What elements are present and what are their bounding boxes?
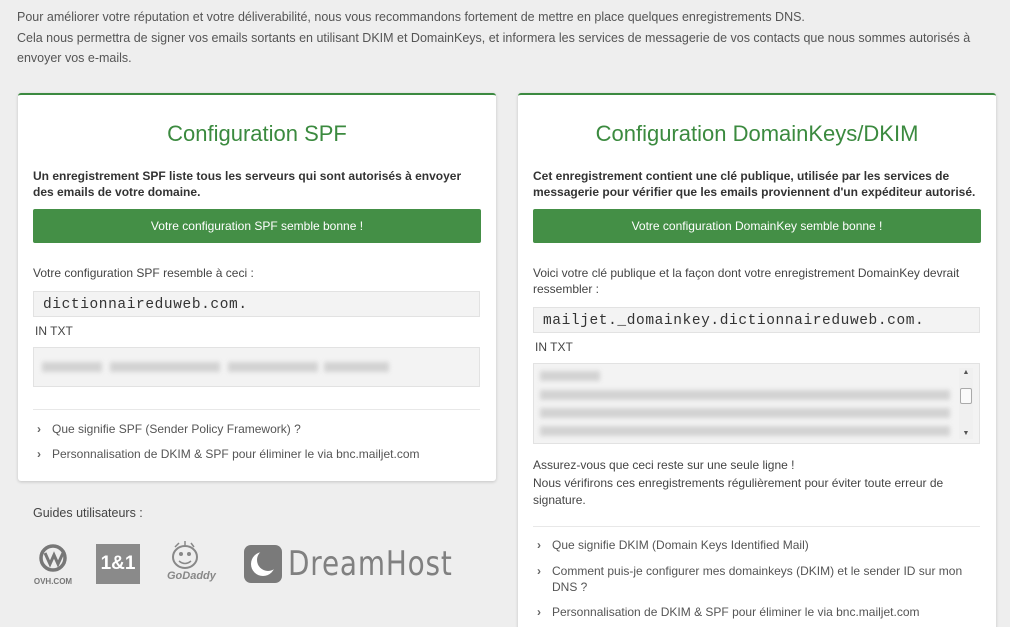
godaddy-logo-label: GoDaddy (167, 570, 216, 582)
spf-status-button[interactable]: Votre configuration SPF semble bonne ! (33, 209, 481, 243)
ovh-logo-label: OVH.COM (33, 577, 73, 586)
godaddy-logo[interactable]: GoDaddy (161, 541, 221, 585)
dkim-title: Configuration DomainKeys/DKIM (595, 121, 919, 146)
chevron-right-icon: › (537, 564, 541, 578)
spf-link-label: Personnalisation de DKIM & SPF pour élim… (52, 447, 420, 461)
dreamhost-moon-icon (244, 545, 282, 583)
ovh-logo-mark (39, 544, 67, 572)
spf-record-value[interactable] (33, 347, 480, 387)
dkim-link-customization[interactable]: › Personnalisation de DKIM & SPF pour él… (537, 604, 977, 620)
spf-host-field[interactable]: dictionnaireduweb.com. (33, 291, 480, 317)
dreamhost-logo-label: DreamHost (288, 544, 453, 584)
dkim-host-field[interactable]: mailjet._domainkey.dictionnaireduweb.com… (533, 307, 980, 333)
dkim-divider (533, 526, 980, 527)
dkim-warning-line-1: Assurez-vous que ceci reste sur une seul… (533, 458, 795, 472)
dkim-link-label: Que signifie DKIM (Domain Keys Identifie… (552, 538, 809, 552)
godaddy-figure-icon (172, 541, 198, 569)
spf-link-what-is-spf[interactable]: › Que signifie SPF (Sender Policy Framew… (37, 421, 477, 437)
dreamhost-logo[interactable]: DreamHost (243, 543, 452, 585)
scrollbar[interactable]: ▲ ▼ (959, 368, 973, 439)
dkim-warning-line-2: Nous vérifirons ces enregistrements régu… (533, 475, 944, 508)
scroll-up-icon[interactable]: ▲ (959, 368, 973, 378)
chevron-right-icon: › (537, 605, 541, 619)
dkim-panel: Configuration DomainKeys/DKIM Cet enregi… (518, 93, 996, 627)
spf-record-type: IN TXT (35, 324, 73, 338)
spf-link-customization[interactable]: › Personnalisation de DKIM & SPF pour él… (37, 446, 477, 462)
intro-line-2: Cela nous permettra de signer vos emails… (17, 30, 971, 66)
dkim-warning: Assurez-vous que ceci reste sur une seul… (533, 457, 973, 510)
spf-description: Un enregistrement SPF liste tous les ser… (33, 169, 462, 199)
chevron-right-icon: › (537, 538, 541, 552)
dkim-link-configure[interactable]: › Comment puis-je configurer mes domaink… (537, 563, 977, 595)
intro-line-1: Pour améliorer votre réputation et votre… (17, 10, 805, 24)
scroll-thumb[interactable] (960, 388, 972, 404)
dkim-record-type: IN TXT (535, 340, 573, 354)
ovh-logo[interactable]: OVH.COM (30, 543, 76, 586)
chevron-right-icon: › (37, 422, 41, 436)
spf-divider (33, 409, 480, 410)
spf-panel: Configuration SPF Un enregistrement SPF … (18, 93, 496, 481)
oneandone-logo[interactable]: 1&1 (96, 544, 140, 584)
chevron-right-icon: › (37, 447, 41, 461)
dkim-link-label: Comment puis-je configurer mes domainkey… (552, 564, 963, 594)
dkim-config-label: Voici votre clé publique et la façon don… (533, 266, 960, 296)
spf-link-label: Que signifie SPF (Sender Policy Framewor… (52, 422, 301, 436)
spf-config-label: Votre configuration SPF resemble à ceci … (33, 266, 254, 280)
dkim-key-textarea[interactable]: ▲ ▼ (533, 363, 980, 444)
dkim-link-label: Personnalisation de DKIM & SPF pour élim… (552, 605, 920, 619)
dkim-status-button[interactable]: Votre configuration DomainKey semble bon… (533, 209, 981, 243)
guides-title: Guides utilisateurs : (33, 506, 143, 520)
scroll-down-icon[interactable]: ▼ (959, 429, 973, 439)
dkim-link-what-is-dkim[interactable]: › Que signifie DKIM (Domain Keys Identif… (537, 537, 977, 553)
intro-text: Pour améliorer votre réputation et votre… (17, 7, 997, 69)
dkim-description: Cet enregistrement contient une clé publ… (533, 169, 976, 199)
spf-title: Configuration SPF (167, 121, 347, 146)
